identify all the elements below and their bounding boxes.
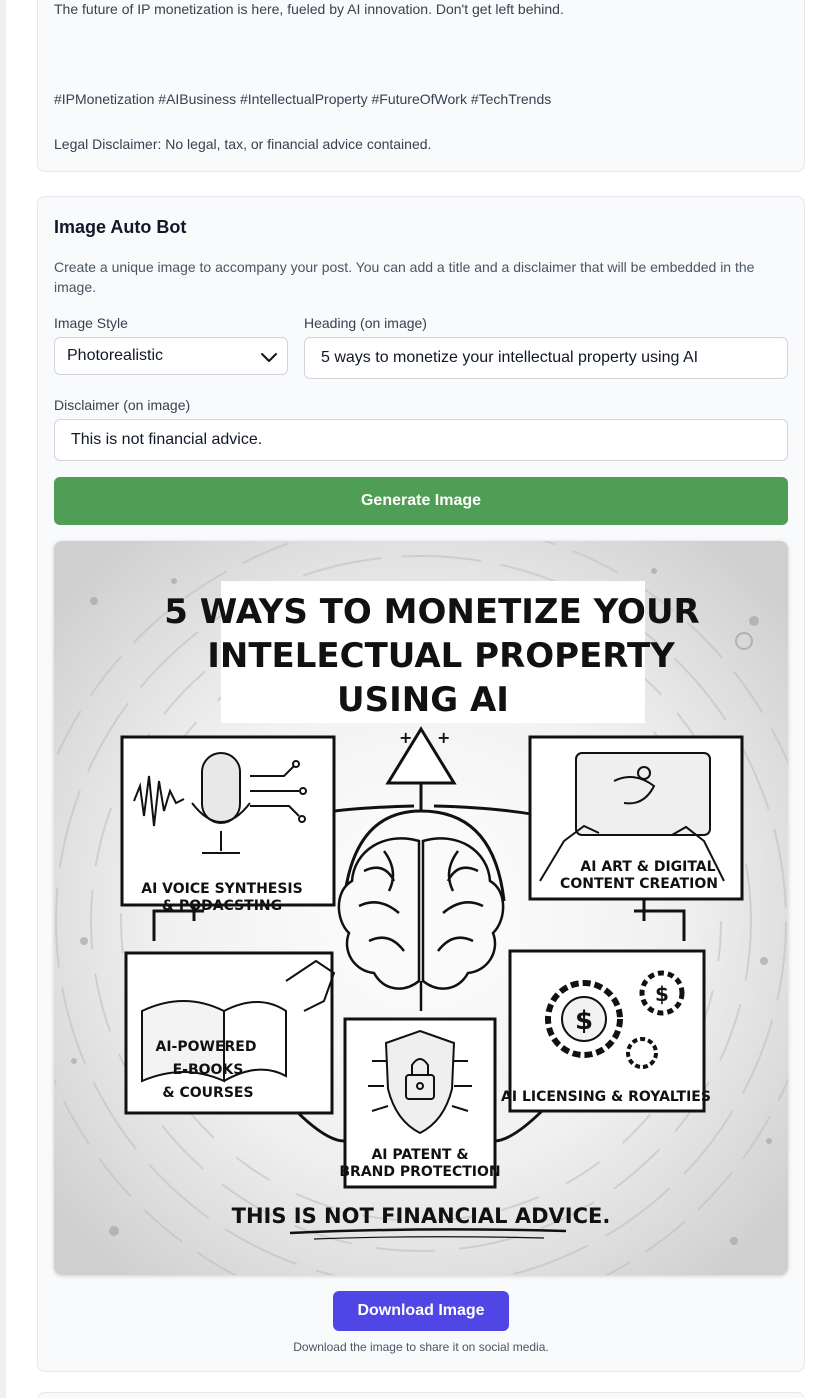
panel2-label-line1: AI ART & DIGITAL <box>580 859 715 875</box>
svg-text:+: + <box>437 728 450 747</box>
image-disclaimer: THIS IS NOT FINANCIAL ADVICE. <box>232 1204 611 1228</box>
generated-image: 5 WAYS TO MONETIZE YOUR INTELECTUAL PROP… <box>54 541 788 1275</box>
section-description: Create a unique image to accompany your … <box>54 259 755 295</box>
panel5-label-line2: BRAND PROTECTION <box>339 1164 500 1180</box>
next-card-edge <box>37 1392 805 1398</box>
panel2-label-line2: CONTENT CREATION <box>560 876 718 892</box>
post-hashtags: #IPMonetization #AIBusiness #Intellectua… <box>54 91 552 107</box>
panel1-label-line1: AI VOICE SYNTHESIS <box>141 881 302 897</box>
image-style-value: Photorealistic <box>67 347 164 364</box>
panel-licensing: $ $ AI LICENSING & ROYALTIES <box>501 949 711 1113</box>
heading-input-value: 5 ways to monetize your intellectual pro… <box>321 349 699 366</box>
panel3-label-line1: AI-POWERED <box>156 1039 257 1055</box>
panel-patent: AI PATENT & BRAND PROTECTION <box>339 1017 501 1189</box>
svg-text:$: $ <box>575 1006 593 1036</box>
panel-ebooks: AI-POWERED E-BOOKS & COURSES <box>124 951 336 1115</box>
download-note: Download the image to share it on social… <box>293 1340 549 1354</box>
panel1-label-line2: & PODACSTING <box>162 898 282 914</box>
panel3-label-line3: & COURSES <box>162 1085 253 1101</box>
image-title-line2: INTELECTUAL PROPERTY <box>207 636 675 676</box>
panel3-label-line2: E-BOOKS <box>173 1062 244 1078</box>
image-title-line3: USING AI <box>337 680 509 720</box>
chevron-down-icon <box>261 353 277 362</box>
image-auto-bot-card: Image Auto Bot Create a unique image to … <box>37 196 805 1372</box>
disclaimer-label: Disclaimer (on image) <box>54 397 191 413</box>
image-style-select[interactable]: Photorealistic <box>54 337 288 375</box>
svg-text:+: + <box>399 728 412 747</box>
generated-image-artwork: 5 WAYS TO MONETIZE YOUR INTELECTUAL PROP… <box>54 541 788 1275</box>
post-text-line: The future of IP monetization is here, f… <box>54 1 564 17</box>
panel5-label-line1: AI PATENT & <box>371 1147 468 1163</box>
svg-text:$: $ <box>655 982 669 1006</box>
download-image-button[interactable]: Download Image <box>333 1291 509 1331</box>
disclaimer-input[interactable]: This is not financial advice. <box>54 419 788 461</box>
panel-ai-art: AI ART & DIGITAL CONTENT CREATION <box>528 735 744 901</box>
disclaimer-input-value: This is not financial advice. <box>71 431 263 448</box>
panel4-label-line1: AI LICENSING & ROYALTIES <box>501 1089 711 1105</box>
generate-image-button[interactable]: Generate Image <box>54 477 788 525</box>
image-style-label: Image Style <box>54 315 128 331</box>
post-preview-card: The future of IP monetization is here, f… <box>37 0 805 172</box>
page-left-border <box>0 0 6 1398</box>
heading-label: Heading (on image) <box>304 315 427 331</box>
image-title-line1: 5 WAYS TO MONETIZE YOUR <box>164 592 699 632</box>
section-title: Image Auto Bot <box>54 217 187 237</box>
post-legal-disclaimer: Legal Disclaimer: No legal, tax, or fina… <box>54 136 432 152</box>
heading-input[interactable]: 5 ways to monetize your intellectual pro… <box>304 337 788 379</box>
panel-voice-synthesis: AI VOICE SYNTHESIS & PODACSTING <box>120 735 336 914</box>
